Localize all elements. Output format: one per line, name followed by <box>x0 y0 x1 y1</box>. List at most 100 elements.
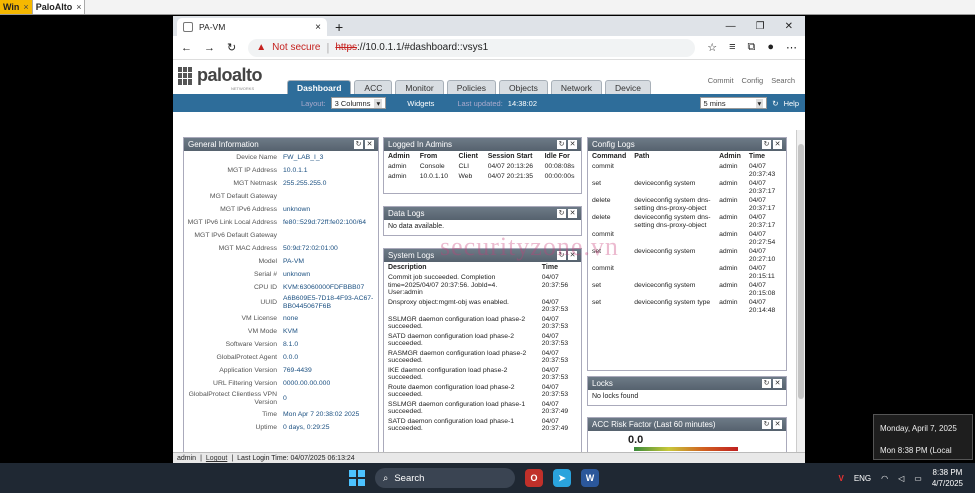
info-value <box>280 190 378 203</box>
favorite-star-icon[interactable]: ☆ <box>707 41 717 54</box>
column-header: Description <box>388 264 427 271</box>
info-row: Model PA-VM <box>184 255 378 268</box>
vm-tab-paloalto[interactable]: PaloAlto × <box>32 0 86 14</box>
tab-policies[interactable]: Policies <box>446 80 496 94</box>
info-row: Device Name FW_LAB_I_3 <box>184 151 378 164</box>
column-header: Idle For <box>544 153 570 160</box>
antivirus-icon[interactable]: V <box>838 474 843 483</box>
close-icon[interactable]: × <box>76 2 81 12</box>
commit-button[interactable]: Commit <box>708 76 734 85</box>
close-icon[interactable]: ✕ <box>773 140 782 149</box>
info-label: UUID <box>260 299 277 306</box>
maximize-button[interactable]: ❐ <box>756 18 765 36</box>
tab-dashboard[interactable]: Dashboard <box>287 80 352 94</box>
close-icon[interactable]: ✕ <box>773 420 782 429</box>
windows-start-icon[interactable] <box>349 470 365 486</box>
info-row: GlobalProtect Agent 0.0.0 <box>184 351 378 364</box>
collections-icon[interactable]: ⧉ <box>747 41 755 54</box>
refresh-icon[interactable]: ↻ <box>354 140 363 149</box>
more-icon[interactable]: ⋯ <box>786 41 797 54</box>
table-cell: 04/07 20:37:49 <box>541 400 569 416</box>
info-value: KVM <box>283 327 298 335</box>
info-row: URL Filtering Version 0000.00.00.000 <box>184 377 378 390</box>
info-label: Software Version <box>225 340 277 348</box>
info-value: 0 days, 0:29:25 <box>283 423 330 431</box>
wifi-icon[interactable]: ◠ <box>881 474 888 483</box>
close-icon[interactable]: ✕ <box>568 140 577 149</box>
search-button[interactable]: Search <box>771 76 795 85</box>
close-icon[interactable]: × <box>23 2 28 12</box>
info-label: MGT Default Gateway <box>209 192 277 200</box>
vm-tab-win[interactable]: Win × <box>0 0 33 14</box>
profile-icon[interactable]: ● <box>767 41 774 54</box>
config-button[interactable]: Config <box>742 76 764 85</box>
minimize-button[interactable]: — <box>726 18 736 36</box>
refresh-icon[interactable]: ↻ <box>762 420 771 429</box>
info-label: Application Version <box>219 366 277 374</box>
browser-tab[interactable]: PA-VM × <box>177 18 327 36</box>
info-label: Device Name <box>236 153 277 161</box>
volume-icon[interactable]: ◁ <box>898 474 904 483</box>
word-icon[interactable]: W <box>581 469 599 487</box>
table-cell: commit <box>592 265 614 272</box>
telegram-icon[interactable]: ➤ <box>553 469 571 487</box>
table-cell: 00:08:08s <box>544 163 575 170</box>
system-logs-table: Description Time Commit job succeeded. Com… <box>384 262 581 434</box>
tab-network[interactable]: Network <box>550 80 603 94</box>
close-icon[interactable]: ✕ <box>365 140 374 149</box>
info-row: MGT IPv6 Default Gateway <box>184 229 378 242</box>
table-cell: SSLMGR daemon configuration load phase-2… <box>388 315 526 331</box>
taskbar-clock[interactable]: 8:38 PM 4/7/2025 <box>932 467 963 489</box>
table-cell: 04/07 20:37:53 <box>541 315 569 331</box>
table-cell: 04/07 20:37:17 <box>748 214 776 229</box>
table-cell <box>630 162 715 179</box>
language-indicator[interactable]: ENG <box>854 474 871 483</box>
layout-select[interactable]: 3 Columns ▾ <box>330 97 387 109</box>
table-cell: 04/07 20:15:08 <box>748 282 776 297</box>
locks-widget: Locks ↻ ✕ No locks found <box>587 376 787 406</box>
info-label: Time <box>262 410 277 418</box>
widgets-menu[interactable]: Widgets <box>407 99 434 108</box>
table-cell: Console <box>419 163 445 170</box>
favorites-icon[interactable]: ≡ <box>729 41 735 54</box>
tab-close-icon[interactable]: × <box>315 22 321 33</box>
tab-monitor[interactable]: Monitor <box>395 80 444 94</box>
close-icon[interactable]: ✕ <box>568 209 577 218</box>
refresh-icon[interactable]: ↻ <box>762 379 771 388</box>
vm-tab-bar: Win × PaloAlto × <box>0 0 975 15</box>
table-cell: commit <box>592 163 614 170</box>
table-cell: Commit job succeeded. Completion time=20… <box>388 274 498 296</box>
info-value: Mon Apr 7 20:38:02 2025 <box>283 410 360 418</box>
refresh-icon[interactable]: ↻ <box>772 99 778 108</box>
taskbar-search[interactable]: ⌕ Search <box>375 468 515 488</box>
url-field[interactable]: ▲ Not secure | https://10.0.1.1/#dashboa… <box>248 38 696 57</box>
info-row: MGT IPv6 Address unknown <box>184 203 378 216</box>
table-cell: delete <box>592 214 611 221</box>
tab-acc[interactable]: ACC <box>354 80 393 94</box>
refresh-icon[interactable]: ↻ <box>762 140 771 149</box>
new-tab-button[interactable]: + <box>327 18 351 36</box>
browser-tab-strip: PA-VM × + — ❐ ✕ <box>173 16 805 36</box>
tab-device[interactable]: Device <box>605 80 651 94</box>
opera-icon[interactable]: O <box>525 469 543 487</box>
reload-icon[interactable]: ↻ <box>227 41 236 54</box>
table-cell: SSLMGR daemon configuration load phase-1… <box>388 400 526 416</box>
info-label: MGT IP Address <box>227 166 277 174</box>
table-cell: Dnsproxy object:mgmt-obj was enabled. <box>388 298 509 306</box>
back-icon[interactable]: ← <box>181 42 192 54</box>
table-row: admin 10.0.1.10 Web 04/07 20:21:35 00:00:00s <box>384 172 581 182</box>
refresh-interval-select[interactable]: 5 mins ▾ <box>699 97 768 109</box>
refresh-icon[interactable]: ↻ <box>557 209 566 218</box>
info-value: 0 <box>283 395 287 402</box>
general-information-widget: General Information ↻ ✕ Device Name FW_LAB_… <box>183 137 379 454</box>
close-window-button[interactable]: ✕ <box>785 18 793 36</box>
battery-icon[interactable]: ▭ <box>914 474 922 483</box>
close-icon[interactable]: ✕ <box>773 379 782 388</box>
help-button[interactable]: Help <box>784 99 799 108</box>
info-row: MGT IP Address 10.0.1.1 <box>184 164 378 177</box>
forward-icon[interactable]: → <box>204 42 215 54</box>
logout-link[interactable]: Logout <box>206 455 227 462</box>
page-scrollbar[interactable] <box>796 130 805 454</box>
refresh-icon[interactable]: ↻ <box>557 140 566 149</box>
tab-objects[interactable]: Objects <box>499 80 548 94</box>
